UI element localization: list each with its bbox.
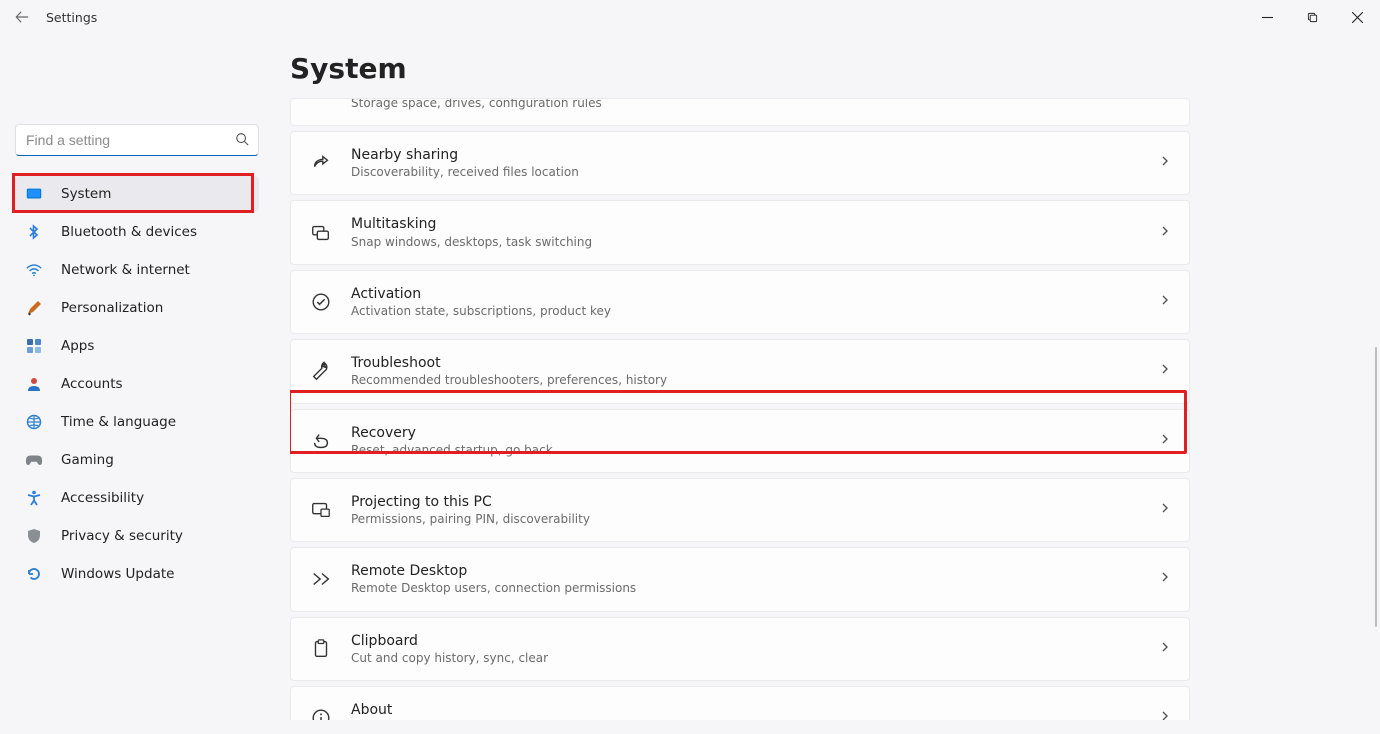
arrow-left-icon	[15, 10, 29, 24]
card-subtitle: Snap windows, desktops, task switching	[351, 234, 1141, 250]
accessibility-icon	[25, 489, 43, 507]
card-subtitle: Cut and copy history, sync, clear	[351, 650, 1141, 666]
sidebar-item-gaming[interactable]: Gaming	[15, 442, 259, 478]
chevron-right-icon	[1159, 225, 1171, 241]
app-title: Settings	[46, 10, 97, 25]
sidebar-item-label: Gaming	[61, 452, 114, 468]
card-storage-partial[interactable]: Storage space, drives, configuration rul…	[290, 98, 1190, 126]
sidebar-item-apps[interactable]: Apps	[15, 328, 259, 364]
sidebar-item-label: System	[61, 186, 111, 202]
card-title: Troubleshoot	[351, 354, 1141, 372]
wrench-icon	[309, 359, 333, 383]
card-about[interactable]: About Device specifications, rename PC, …	[290, 686, 1190, 720]
chevron-right-icon	[1159, 502, 1171, 518]
search-icon	[235, 132, 249, 150]
card-subtitle: Device specifications, rename PC, Window…	[351, 719, 1141, 720]
card-title: Clipboard	[351, 632, 1141, 650]
scrollbar[interactable]	[1375, 98, 1378, 720]
bluetooth-icon	[25, 223, 43, 241]
card-subtitle: Discoverability, received files location	[351, 164, 1141, 180]
sidebar: System Bluetooth & devices Network & int…	[0, 34, 270, 734]
search-input[interactable]	[15, 124, 259, 156]
card-subtitle: Activation state, subscriptions, product…	[351, 303, 1141, 319]
chevron-right-icon	[1159, 571, 1171, 587]
sidebar-item-label: Time & language	[61, 414, 176, 430]
card-recovery[interactable]: Recovery Reset, advanced startup, go bac…	[290, 409, 1190, 473]
sidebar-item-label: Accounts	[61, 376, 123, 392]
sidebar-item-accessibility[interactable]: Accessibility	[15, 480, 259, 516]
chevron-right-icon	[1159, 433, 1171, 449]
main-content: System Storage space, drives, configurat…	[270, 34, 1380, 734]
sidebar-item-accounts[interactable]: Accounts	[15, 366, 259, 402]
sidebar-item-label: Network & internet	[61, 262, 190, 278]
scrollbar-thumb[interactable]	[1375, 347, 1378, 627]
card-title: Recovery	[351, 424, 1141, 442]
card-subtitle: Recommended troubleshooters, preferences…	[351, 372, 1141, 388]
sidebar-item-label: Accessibility	[61, 490, 144, 506]
card-title: About	[351, 701, 1141, 719]
card-clipboard[interactable]: Clipboard Cut and copy history, sync, cl…	[290, 617, 1190, 681]
minimize-button[interactable]	[1245, 2, 1290, 32]
chevron-right-icon	[1159, 641, 1171, 657]
sidebar-item-windows-update[interactable]: Windows Update	[15, 556, 259, 592]
card-subtitle: Permissions, pairing PIN, discoverabilit…	[351, 511, 1141, 527]
card-title: Remote Desktop	[351, 562, 1141, 580]
sidebar-item-label: Apps	[61, 338, 94, 354]
card-title: Activation	[351, 285, 1141, 303]
chevron-right-icon	[1159, 294, 1171, 310]
card-troubleshoot[interactable]: Troubleshoot Recommended troubleshooters…	[290, 339, 1190, 403]
chevron-right-icon	[1159, 710, 1171, 720]
title-bar: Settings	[0, 0, 1380, 34]
sidebar-item-label: Bluetooth & devices	[61, 224, 197, 240]
card-nearby-sharing[interactable]: Nearby sharing Discoverability, received…	[290, 131, 1190, 195]
back-button[interactable]	[12, 7, 32, 27]
sidebar-item-privacy[interactable]: Privacy & security	[15, 518, 259, 554]
sidebar-item-system[interactable]: System	[15, 176, 259, 212]
card-remote-desktop[interactable]: Remote Desktop Remote Desktop users, con…	[290, 547, 1190, 611]
personalization-icon	[25, 299, 43, 317]
share-icon	[309, 151, 333, 175]
card-multitasking[interactable]: Multitasking Snap windows, desktops, tas…	[290, 200, 1190, 264]
card-subtitle: Remote Desktop users, connection permiss…	[351, 580, 1141, 596]
sidebar-item-time-language[interactable]: Time & language	[15, 404, 259, 440]
page-title: System	[270, 52, 1380, 85]
checkmark-circle-icon	[309, 290, 333, 314]
remote-desktop-icon	[309, 567, 333, 591]
maximize-button[interactable]	[1290, 2, 1335, 32]
close-icon	[1352, 12, 1363, 23]
projecting-icon	[309, 498, 333, 522]
sidebar-item-personalization[interactable]: Personalization	[15, 290, 259, 326]
multitasking-icon	[309, 221, 333, 245]
card-projecting[interactable]: Projecting to this PC Permissions, pairi…	[290, 478, 1190, 542]
close-button[interactable]	[1335, 2, 1380, 32]
time-language-icon	[25, 413, 43, 431]
clipboard-icon	[309, 637, 333, 661]
wifi-icon	[25, 261, 43, 279]
card-title: Multitasking	[351, 215, 1141, 233]
sidebar-item-label: Windows Update	[61, 566, 174, 582]
card-title: Projecting to this PC	[351, 493, 1141, 511]
windows-update-icon	[25, 565, 43, 583]
recovery-icon	[309, 429, 333, 453]
sidebar-item-network[interactable]: Network & internet	[15, 252, 259, 288]
minimize-icon	[1262, 12, 1273, 23]
chevron-right-icon	[1159, 155, 1171, 171]
accounts-icon	[25, 375, 43, 393]
maximize-icon	[1307, 12, 1318, 23]
sidebar-item-bluetooth[interactable]: Bluetooth & devices	[15, 214, 259, 250]
sidebar-item-label: Personalization	[61, 300, 163, 316]
info-icon	[309, 706, 333, 720]
sidebar-item-label: Privacy & security	[61, 528, 183, 544]
window-controls	[1245, 2, 1380, 32]
apps-icon	[25, 337, 43, 355]
card-subtitle: Reset, advanced startup, go back	[351, 442, 1141, 458]
system-icon	[25, 185, 43, 203]
gaming-icon	[25, 451, 43, 469]
shield-icon	[25, 527, 43, 545]
card-activation[interactable]: Activation Activation state, subscriptio…	[290, 270, 1190, 334]
card-subtitle: Storage space, drives, configuration rul…	[351, 98, 1153, 111]
chevron-right-icon	[1159, 363, 1171, 379]
card-title: Nearby sharing	[351, 146, 1141, 164]
